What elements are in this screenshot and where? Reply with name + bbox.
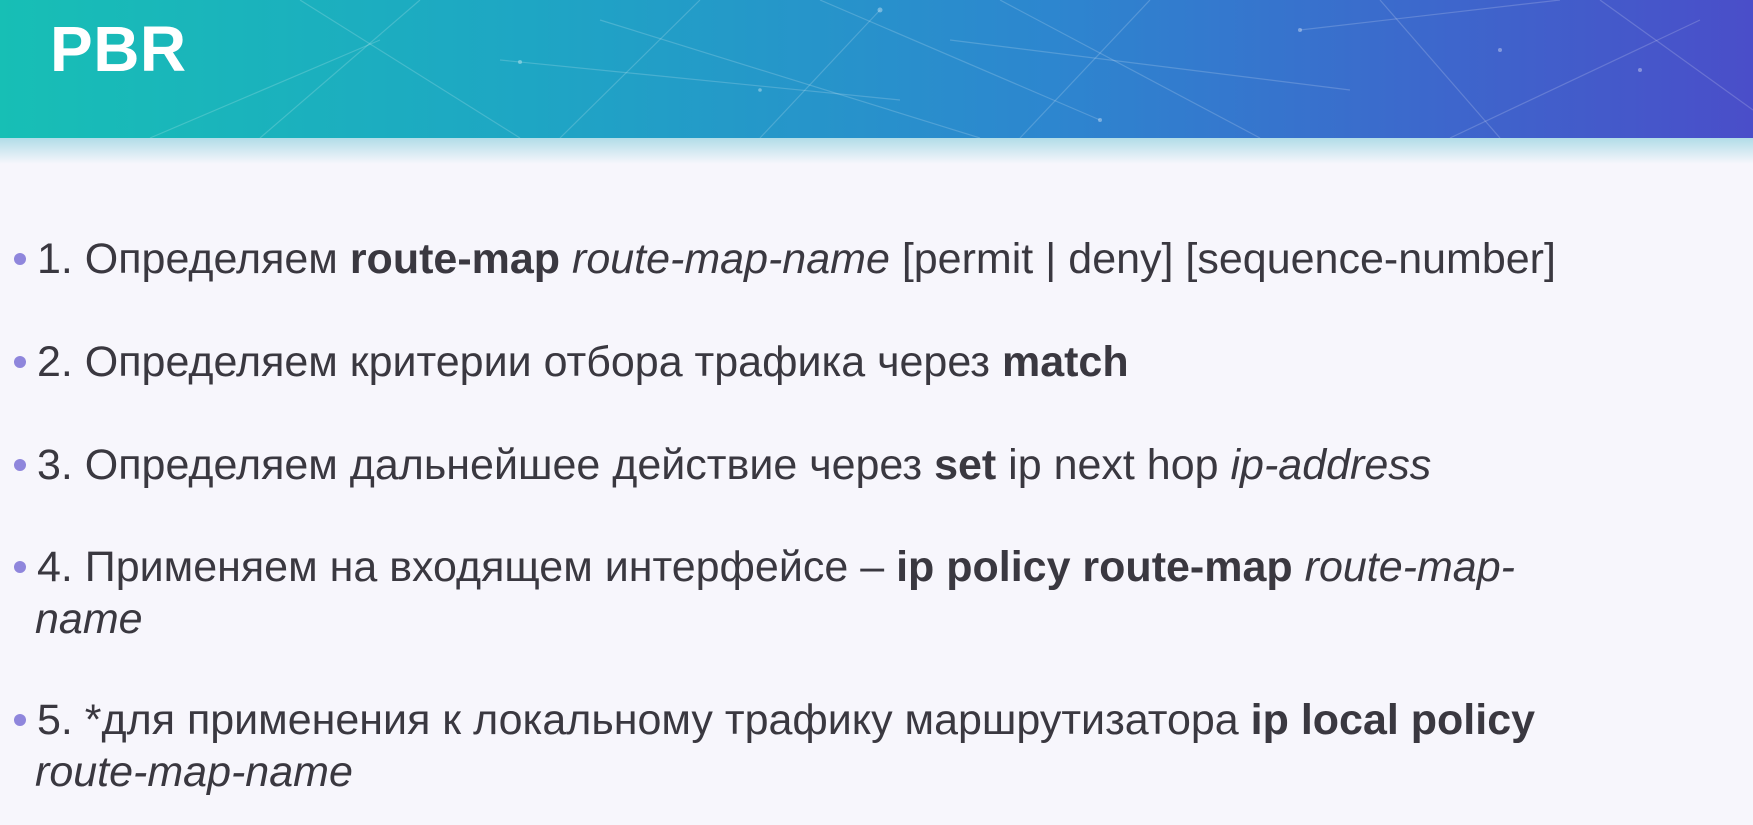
item-space (560, 235, 572, 283)
item-argument: route-map-name (35, 748, 353, 796)
item-rest: [permit | deny] [sequence-number] (889, 235, 1556, 283)
slide-header: PBR (0, 0, 1753, 138)
item-space (1293, 543, 1305, 591)
slide-title: PBR (50, 13, 187, 85)
list-item-5: 5. *для применения к локальному трафику … (14, 694, 1737, 798)
item-middle: ip next hop (996, 441, 1231, 489)
item-keyword: match (1001, 338, 1129, 386)
item-argument: ip-address (1230, 441, 1432, 489)
item-text: 1. Определяем (37, 235, 350, 283)
item-argument-part1: route-map- (1304, 543, 1515, 591)
network-lines-decoration (149, 0, 1753, 138)
item-text: 2. Определяем критерии отбора трафика че… (37, 338, 1002, 386)
list-item-1: 1. Определяем route-map route-map-name [… (14, 233, 1737, 285)
list-item-3: 3. Определяем дальнейшее действие через … (14, 439, 1737, 491)
bullet-dot-icon (14, 253, 26, 265)
list-item-4: 4. Применяем на входящем интерфейсе – ip… (14, 541, 1737, 645)
item-keyword: ip local policy (1250, 696, 1536, 744)
item-argument-part2: name (35, 595, 143, 643)
bullet-dot-icon (14, 561, 26, 573)
item-keyword: ip policy route-map (896, 543, 1293, 591)
bullet-dot-icon (14, 356, 26, 368)
item-text: 5. *для применения к локальному трафику … (37, 696, 1251, 744)
item-text: 3. Определяем дальнейшее действие через (37, 441, 935, 489)
list-item-2: 2. Определяем критерии отбора трафика че… (14, 336, 1737, 388)
bullet-dot-icon (14, 459, 26, 471)
bullet-dot-icon (14, 714, 26, 726)
item-keyword: route-map (349, 235, 561, 283)
item-keyword: set (934, 441, 997, 489)
item-argument: route-map-name (572, 235, 890, 283)
item-text: 4. Применяем на входящем интерфейсе – (37, 543, 897, 591)
header-shadow (0, 138, 1753, 164)
